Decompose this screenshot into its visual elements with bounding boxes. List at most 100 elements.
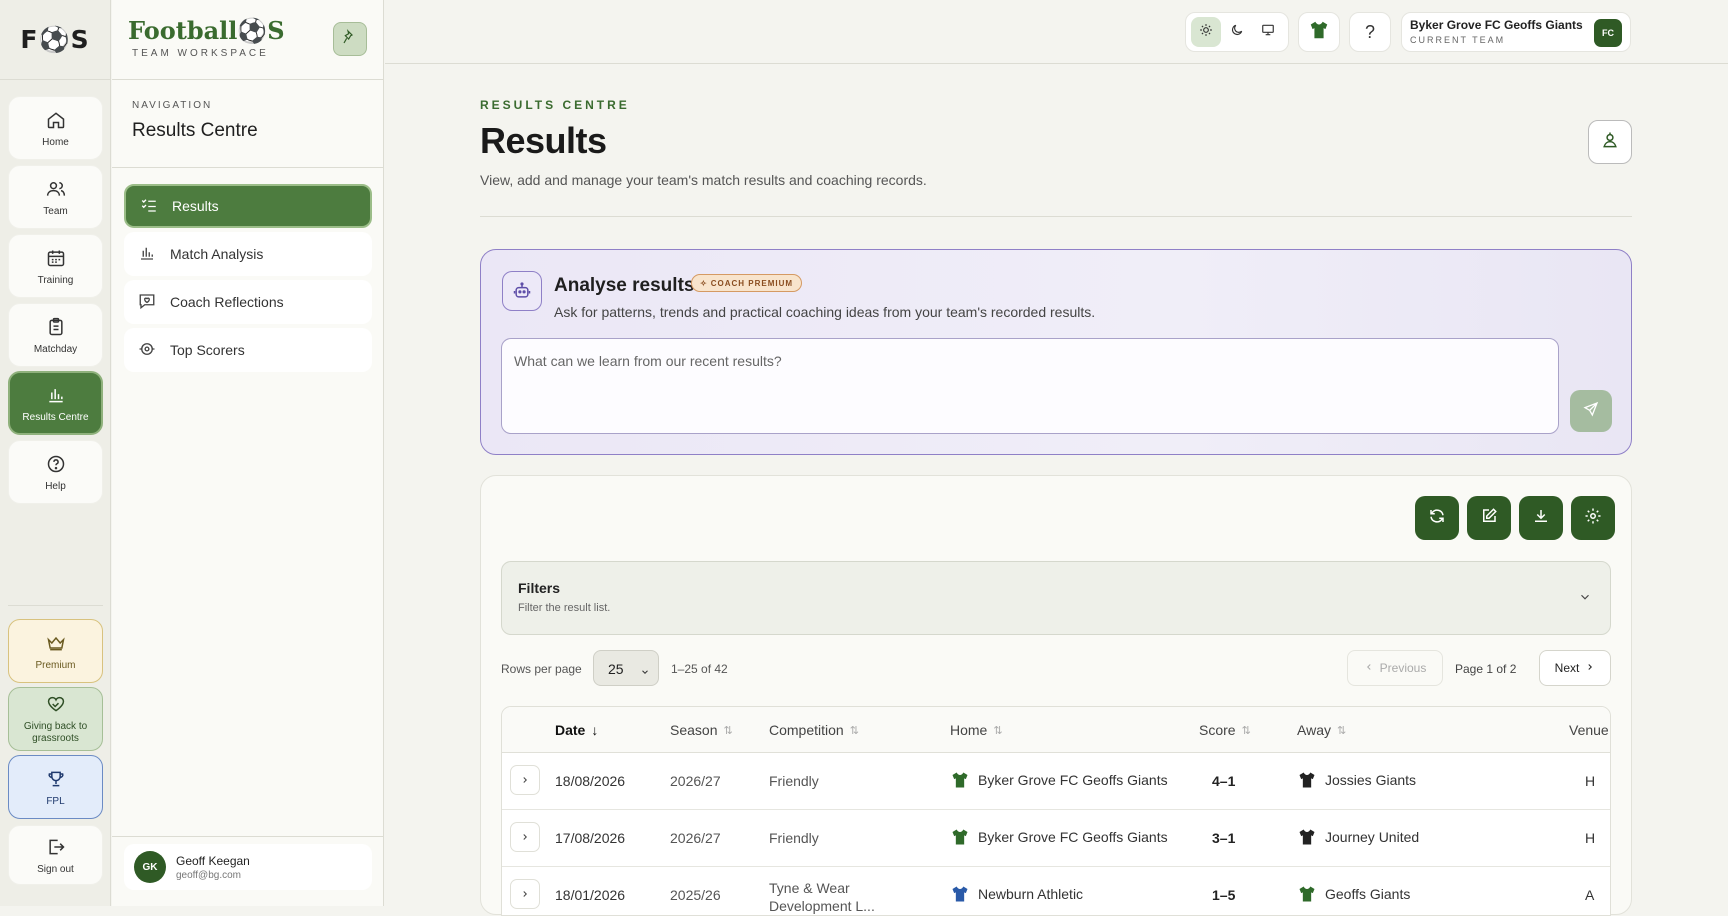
nav-item-results[interactable]: Results xyxy=(124,184,372,228)
edit-button[interactable] xyxy=(1467,496,1511,540)
rail-item-home[interactable]: Home xyxy=(8,96,103,160)
analyse-question-input[interactable]: What can we learn from our recent result… xyxy=(501,338,1559,434)
settings-button[interactable] xyxy=(1571,496,1615,540)
column-label: Home xyxy=(950,722,988,738)
system-theme-button[interactable] xyxy=(1253,17,1283,47)
filters-accordion[interactable]: Filters Filter the result list. xyxy=(501,561,1611,635)
pin-sidebar-button[interactable] xyxy=(333,22,367,56)
top-bar: ? Byker Grove FC Geoffs Giants CURRENT T… xyxy=(385,0,1728,64)
column-home[interactable]: Home ⇅ xyxy=(950,722,1003,738)
shirt-icon xyxy=(1308,19,1330,46)
gear-icon xyxy=(1584,507,1602,530)
nav-item-top-scorers[interactable]: Top Scorers xyxy=(124,328,372,372)
rows-per-page-select[interactable]: 25 xyxy=(593,650,659,686)
shirt-icon xyxy=(950,884,970,907)
analyse-results-panel: Analyse results ✧ COACH PREMIUM Ask for p… xyxy=(480,249,1632,455)
rail-item-fpl[interactable]: FPL xyxy=(8,755,103,819)
away-team: Journey United xyxy=(1325,829,1420,846)
cell-home: Byker Grove FC Geoffs Giants xyxy=(950,827,1168,850)
rail-item-help[interactable]: Help xyxy=(8,440,103,504)
cell-away: Jossies Giants xyxy=(1297,770,1416,793)
cell-season: 2026/27 xyxy=(670,773,721,789)
previous-label: Previous xyxy=(1379,661,1427,675)
nav-header: NAVIGATION Results Centre xyxy=(112,80,383,168)
team-name: Byker Grove FC Geoffs Giants xyxy=(1410,18,1583,32)
shirt-icon xyxy=(1297,770,1317,793)
download-button[interactable] xyxy=(1519,496,1563,540)
user-badge-icon xyxy=(1600,130,1620,155)
help-label: ? xyxy=(1364,21,1375,42)
team-subtitle: CURRENT TEAM xyxy=(1410,35,1506,45)
column-venue[interactable]: Venue xyxy=(1569,722,1609,738)
next-label: Next xyxy=(1554,661,1580,675)
previous-page-button[interactable]: Previous xyxy=(1347,650,1443,686)
results-card: Filters Filter the result list. Rows per… xyxy=(480,475,1632,916)
cell-score: 1–5 xyxy=(1212,887,1236,903)
expand-row-button[interactable] xyxy=(510,765,540,795)
table-row[interactable]: 18/01/2026 2025/26 Tyne & Wear Developme… xyxy=(502,867,1610,915)
cell-competition: Tyne & Wear Development L... xyxy=(769,880,875,914)
home-team: Newburn Athletic xyxy=(978,886,1084,903)
edit-icon xyxy=(1480,507,1498,530)
sort-icon: ⇅ xyxy=(723,724,733,737)
help-button[interactable]: ? xyxy=(1349,12,1391,52)
nav-item-coach-reflections[interactable]: Coach Reflections xyxy=(124,280,372,324)
cell-season: 2026/27 xyxy=(670,830,721,846)
page-title: Results xyxy=(480,120,607,161)
chevron-down-icon xyxy=(640,664,650,680)
theme-switcher xyxy=(1185,12,1289,52)
monitor-icon xyxy=(1261,23,1275,42)
rail-item-giving-back[interactable]: Giving back to grassroots xyxy=(8,687,103,751)
robot-icon xyxy=(502,271,542,311)
rail-item-training[interactable]: Training xyxy=(8,234,103,298)
rail-item-premium[interactable]: Premium xyxy=(8,619,103,683)
column-competition[interactable]: Competition ⇅ xyxy=(769,722,859,738)
expand-row-button[interactable] xyxy=(510,822,540,852)
column-label: Competition xyxy=(769,722,844,738)
nav-eyebrow: NAVIGATION xyxy=(132,100,213,111)
column-score[interactable]: Score ⇅ xyxy=(1199,722,1251,738)
rail-item-team[interactable]: Team xyxy=(8,165,103,229)
home-team: Byker Grove FC Geoffs Giants xyxy=(978,772,1168,789)
rail-label: FPL xyxy=(46,795,65,807)
header-divider xyxy=(480,216,1632,217)
light-theme-button[interactable] xyxy=(1190,17,1221,47)
moon-icon xyxy=(1230,23,1244,42)
rows-per-page-label: Rows per page xyxy=(501,662,582,676)
coach-profile-button[interactable] xyxy=(1588,120,1632,164)
cell-venue: A xyxy=(1585,887,1595,903)
rail-label: Sign out xyxy=(37,863,74,875)
current-team-selector[interactable]: Byker Grove FC Geoffs Giants CURRENT TEA… xyxy=(1401,12,1631,52)
send-icon xyxy=(1583,401,1599,422)
shirt-icon xyxy=(1297,827,1317,850)
rail-item-results-centre[interactable]: Results Centre xyxy=(8,371,103,435)
rail-label: Results Centre xyxy=(22,411,89,423)
chevron-right-icon xyxy=(520,886,530,902)
expand-row-button[interactable] xyxy=(510,879,540,909)
table-row[interactable]: 18/08/2026 2026/27 Friendly Byker Grove … xyxy=(502,753,1610,810)
team-badge: FC xyxy=(1594,19,1622,47)
next-page-button[interactable]: Next xyxy=(1539,650,1611,686)
cell-away: Geoffs Giants xyxy=(1297,884,1410,907)
team-kit-button[interactable] xyxy=(1298,12,1340,52)
dark-theme-button[interactable] xyxy=(1222,17,1252,47)
user-card[interactable]: GK Geoff Keegan geoff@bg.com xyxy=(124,844,372,890)
column-label: Season xyxy=(670,722,718,738)
results-table: Date ↓ Season ⇅ Competition ⇅ Home ⇅ Score ⇅ … xyxy=(501,706,1611,916)
app-logo[interactable]: F⚽S xyxy=(0,0,110,80)
rail-item-matchday[interactable]: Matchday xyxy=(8,303,103,367)
sort-icon: ⇅ xyxy=(1336,724,1347,737)
chevron-left-icon xyxy=(1364,661,1374,675)
refresh-button[interactable] xyxy=(1415,496,1459,540)
analyse-title: Analyse results xyxy=(554,275,695,296)
page-description: View, add and manage your team's match r… xyxy=(480,172,927,188)
column-season[interactable]: Season ⇅ xyxy=(670,722,733,738)
table-row[interactable]: 17/08/2026 2026/27 Friendly Byker Grove … xyxy=(502,810,1610,867)
football-icon xyxy=(138,340,156,361)
crown-icon xyxy=(45,632,67,654)
nav-item-match-analysis[interactable]: Match Analysis xyxy=(124,232,372,276)
rail-item-sign-out[interactable]: Sign out xyxy=(8,825,103,885)
column-date[interactable]: Date ↓ xyxy=(555,722,598,738)
send-button[interactable] xyxy=(1570,390,1612,432)
column-away[interactable]: Away ⇅ xyxy=(1297,722,1346,738)
